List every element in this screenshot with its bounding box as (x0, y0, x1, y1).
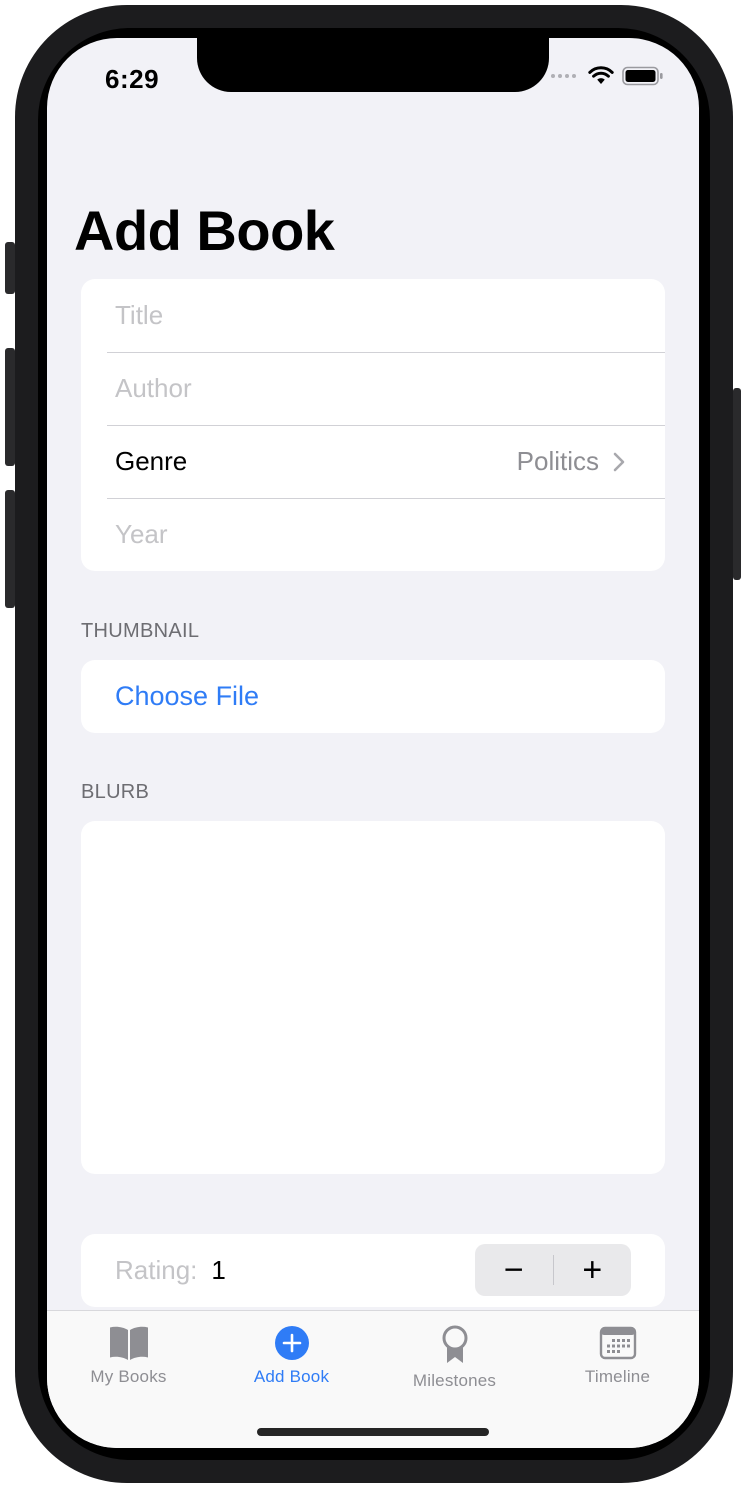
status-time: 6:29 (105, 64, 160, 94)
author-field[interactable]: Author (81, 352, 665, 425)
year-field[interactable]: Year (81, 498, 665, 571)
mute-switch (5, 242, 15, 294)
home-indicator[interactable] (257, 1428, 489, 1436)
volume-up-button (5, 348, 15, 466)
blurb-header: BLURB (81, 781, 150, 803)
tab-bar: My Books Add Book Milestones Timeline (47, 1310, 699, 1448)
volume-down-button (5, 490, 15, 608)
cellular-signal-icon (551, 74, 576, 78)
choose-file-label: Choose File (115, 681, 260, 711)
thumbnail-header: THUMBNAIL (81, 620, 200, 642)
plus-circle-icon (274, 1326, 309, 1360)
tab-label: Milestones (412, 1371, 497, 1390)
title-field[interactable]: Title (81, 279, 665, 352)
rating-label: Rating: (115, 1255, 198, 1285)
page-title: Add Book (74, 199, 335, 262)
book-info-form: Title Author Genre Politics Year (81, 279, 665, 571)
choose-file-button[interactable]: Choose File (81, 660, 665, 733)
rating-row: Rating: 1 − + (81, 1234, 665, 1307)
tab-label: Add Book (253, 1367, 330, 1386)
battery-icon (622, 66, 663, 86)
year-placeholder: Year (115, 519, 168, 549)
genre-label: Genre (115, 446, 188, 476)
status-indicators (551, 66, 664, 86)
tab-my-books[interactable]: My Books (47, 1325, 210, 1387)
rosette-icon (442, 1325, 467, 1363)
rating-value: 1 (211, 1255, 226, 1285)
increment-button[interactable]: + (554, 1244, 632, 1296)
tab-label: My Books (90, 1367, 167, 1386)
wifi-icon (588, 66, 614, 84)
genre-value: Politics (516, 446, 599, 476)
author-placeholder: Author (115, 373, 192, 403)
tab-timeline[interactable]: Timeline (536, 1325, 699, 1387)
title-placeholder: Title (115, 300, 164, 330)
thumbnail-section: Choose File (81, 660, 665, 733)
decrement-button[interactable]: − (475, 1244, 553, 1296)
tab-label: Timeline (584, 1367, 651, 1386)
rating-stepper[interactable]: − + (475, 1244, 631, 1296)
genre-picker[interactable]: Genre Politics (81, 425, 665, 498)
screen: 6:29 Add Book Title Author Genre Politic… (47, 38, 699, 1448)
book-icon (109, 1326, 148, 1360)
tab-add-book[interactable]: Add Book (210, 1325, 373, 1387)
blurb-text-area[interactable] (81, 821, 665, 1174)
tab-milestones[interactable]: Milestones (373, 1325, 536, 1391)
notch (197, 38, 549, 92)
calendar-icon (599, 1326, 636, 1360)
genre-value-group: Politics (517, 446, 625, 477)
chevron-right-icon (613, 452, 625, 471)
power-button (733, 388, 741, 580)
rating-section: Rating: 1 − + (81, 1234, 665, 1307)
